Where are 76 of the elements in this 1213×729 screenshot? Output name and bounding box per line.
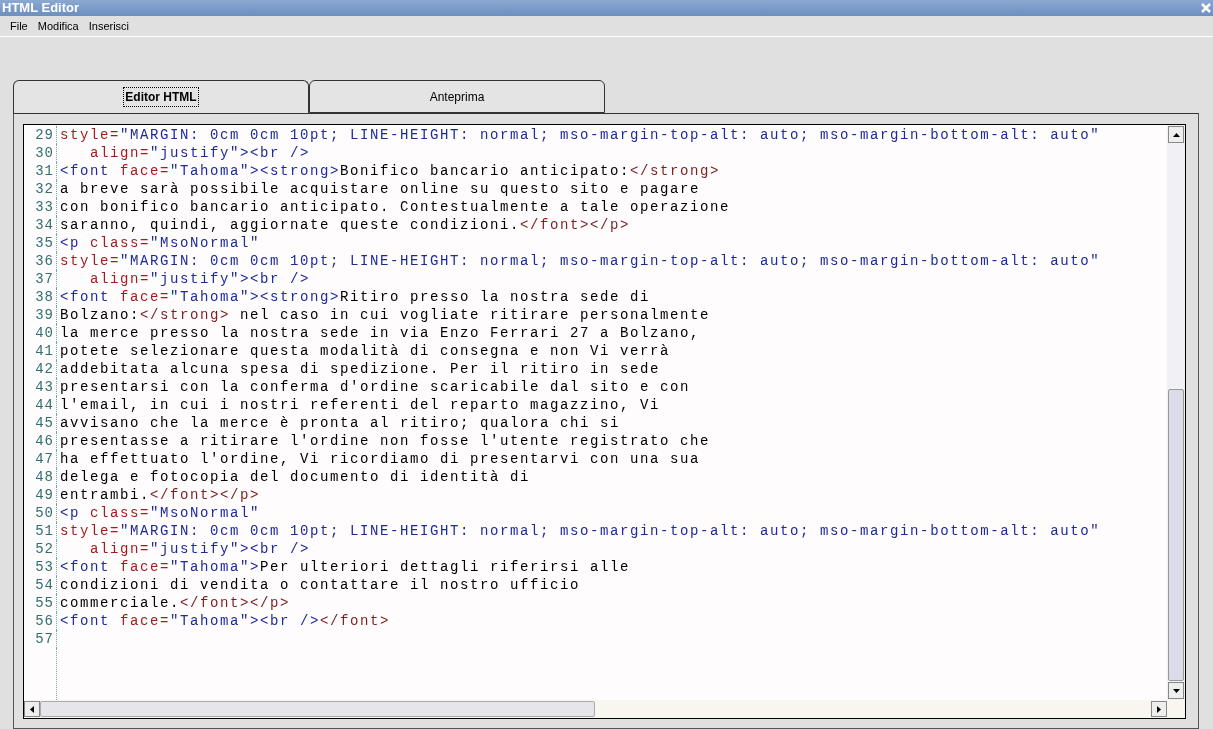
code-line: commerciale.</font></p> — [59, 594, 291, 612]
line-number: 39 — [24, 306, 57, 324]
line-number: 34 — [24, 216, 57, 234]
line-number: 53 — [24, 558, 57, 576]
line-number: 35 — [24, 234, 57, 252]
up-arrow-icon — [1172, 132, 1180, 137]
menu-item[interactable]: Inserisci — [88, 17, 130, 35]
code-line: <font face="Tahoma">Per ulteriori dettagli riferirsi alle — [59, 558, 631, 576]
code-line: entrambi.</font></p> — [59, 486, 261, 504]
scroll-right-button[interactable] — [1151, 701, 1167, 717]
line-number: 42 — [24, 360, 57, 378]
tab[interactable]: Anteprima — [309, 80, 605, 113]
code-line: l'email, in cui i nostri referenti del reparto magazzino, Vi — [59, 396, 661, 414]
menu-item[interactable]: File — [10, 17, 28, 35]
window-title: HTML Editor — [2, 1, 80, 15]
line-number: 37 — [24, 270, 57, 288]
code-line: a breve sarà possibile acquistare online su questo sito e pagare — [59, 180, 701, 198]
line-number: 47 — [24, 450, 57, 468]
line-number: 36 — [24, 252, 57, 270]
line-number: 38 — [24, 288, 57, 306]
code-line: condizioni di vendita o contattare il nostro ufficio — [59, 576, 581, 594]
line-number: 50 — [24, 504, 57, 522]
line-number: 40 — [24, 324, 57, 342]
line-number: 54 — [24, 576, 57, 594]
code-line: <font face="Tahoma"><strong>Bonifico bancario anticipato:</strong> — [59, 162, 721, 180]
close-icon[interactable] — [1201, 3, 1211, 13]
right-arrow-icon — [1157, 705, 1161, 713]
down-arrow-icon — [1172, 688, 1180, 693]
code-line: ha effettuato l'ordine, Vi ricordiamo di presentarvi con una sua — [59, 450, 701, 468]
line-number: 49 — [24, 486, 57, 504]
scroll-left-button[interactable] — [24, 701, 40, 717]
line-number: 43 — [24, 378, 57, 396]
line-number: 57 — [24, 630, 57, 648]
code-line: delega e fotocopia del documento di identità di — [59, 468, 531, 486]
line-number: 51 — [24, 522, 57, 540]
scrollbar-thumb[interactable] — [40, 701, 595, 717]
scroll-down-button[interactable] — [1168, 682, 1184, 699]
line-number: 56 — [24, 612, 57, 630]
line-number: 32 — [24, 180, 57, 198]
scroll-up-button[interactable] — [1168, 126, 1184, 143]
code-line: style="MARGIN: 0cm 0cm 10pt; LINE-HEIGHT: normal; mso-margin-top-alt: auto; mso-margin-bottom-alt: auto" — [59, 126, 1101, 144]
code-line: presentasse a ritirare l'ordine non fosse l'utente registrato che — [59, 432, 711, 450]
line-number: 46 — [24, 432, 57, 450]
code-line: <p class="MsoNormal" — [59, 234, 261, 252]
vertical-scrollbar[interactable] — [1167, 125, 1185, 700]
left-arrow-icon — [30, 705, 34, 713]
line-number: 33 — [24, 198, 57, 216]
horizontal-scrollbar[interactable] — [24, 700, 1185, 718]
code-line: addebitata alcuna spesa di spedizione. Per il ritiro in sede — [59, 360, 661, 378]
line-number: 29 — [24, 126, 57, 144]
code-line: potete selezionare questa modalità di consegna e non Vi verrà — [59, 342, 671, 360]
code-line: align="justify"><br /> — [89, 144, 311, 162]
code-line: <font face="Tahoma"><strong>Ritiro presso la nostra sede di — [59, 288, 651, 306]
code-line: con bonifico bancario anticipato. Contestualmente a tale operazione — [59, 198, 731, 216]
line-number: 31 — [24, 162, 57, 180]
code-line: la merce presso la nostra sede in via Enzo Ferrari 27 a Bolzano, — [59, 324, 701, 342]
code-line: Bolzano:</strong> nel caso in cui vogliate ritirare personalmente — [59, 306, 711, 324]
line-number: 52 — [24, 540, 57, 558]
code-line: style="MARGIN: 0cm 0cm 10pt; LINE-HEIGHT: normal; mso-margin-top-alt: auto; mso-margin-bottom-alt: auto" — [59, 252, 1101, 270]
line-number: 55 — [24, 594, 57, 612]
line-number: 48 — [24, 468, 57, 486]
line-number: 30 — [24, 144, 57, 162]
code-line: <font face="Tahoma"><br /></font> — [59, 612, 391, 630]
code-line: align="justify"><br /> — [89, 540, 311, 558]
code-line: saranno, quindi, aggiornate queste condizioni.</font></p> — [59, 216, 631, 234]
menu-item[interactable]: Modifica — [37, 17, 79, 35]
scrollbar-thumb[interactable] — [1168, 389, 1184, 681]
code-line: style="MARGIN: 0cm 0cm 10pt; LINE-HEIGHT: normal; mso-margin-top-alt: auto; mso-margin-bottom-alt: auto" — [59, 522, 1101, 540]
line-number: 41 — [24, 342, 57, 360]
code-line: avvisano che la merce è pronta al ritiro; qualora chi si — [59, 414, 621, 432]
code-line: align="justify"><br /> — [89, 270, 311, 288]
line-number: 44 — [24, 396, 57, 414]
tab[interactable]: Editor HTML — [13, 80, 309, 113]
code-line: presentarsi con la conferma d'ordine scaricabile dal sito e con — [59, 378, 691, 396]
line-number: 45 — [24, 414, 57, 432]
code-line: <p class="MsoNormal" — [59, 504, 261, 522]
